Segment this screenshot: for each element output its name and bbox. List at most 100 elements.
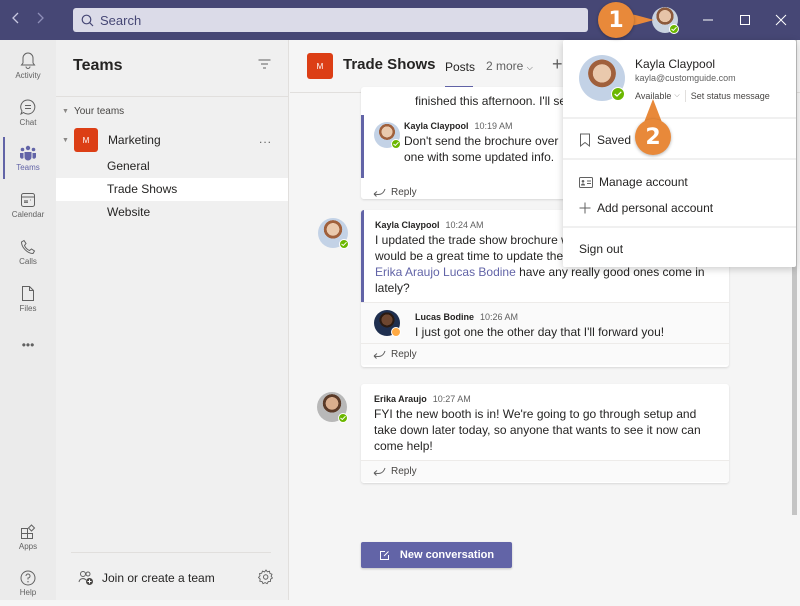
join-or-create-team-button[interactable]: Join or create a team <box>78 570 215 586</box>
message-time: 10:19 AM <box>474 121 513 131</box>
id-card-icon <box>579 176 593 188</box>
sign-out-menu-item[interactable]: Sign out <box>579 242 623 256</box>
close-icon <box>775 14 787 26</box>
rail-item-teams[interactable]: Teams <box>0 135 56 181</box>
rail-item-calls[interactable]: Calls <box>0 229 56 275</box>
your-teams-section[interactable]: ▼ Your teams <box>62 106 124 117</box>
collapse-triangle-icon: ▼ <box>62 136 69 144</box>
phone-icon <box>20 239 36 254</box>
search-icon <box>81 14 94 26</box>
message-text: lately? <box>375 281 410 295</box>
rail-label: Help <box>19 587 37 597</box>
close-window-button[interactable] <box>771 10 791 30</box>
rail-label: Apps <box>18 541 38 551</box>
rail-label: Activity <box>15 70 41 80</box>
callout-number: 1 <box>598 2 634 38</box>
channel-general[interactable]: General <box>56 155 288 178</box>
chevron-left-icon <box>12 12 19 24</box>
message-author[interactable]: Erika Araujo <box>374 394 427 404</box>
add-personal-account-menu-item[interactable]: Add personal account <box>579 201 713 215</box>
tab-posts[interactable]: Posts <box>445 60 475 89</box>
back-button[interactable] <box>8 10 24 30</box>
message: Erika Araujo 10:27 AM FYI the new booth i… <box>361 384 729 460</box>
team-name: Marketing <box>107 133 161 147</box>
message-author[interactable]: Kayla Claypool <box>375 220 440 230</box>
reply-icon <box>373 350 386 359</box>
available-status-icon <box>391 139 401 149</box>
add-people-icon <box>78 571 93 585</box>
avatar-lucas-bodine[interactable] <box>374 310 401 337</box>
teams-icon <box>20 145 36 160</box>
divider <box>563 158 796 160</box>
maximize-button[interactable] <box>735 10 755 30</box>
profile-name: Kayla Claypool <box>635 57 716 71</box>
rail-item-files[interactable]: Files <box>0 276 56 322</box>
apps-icon <box>21 523 36 539</box>
more-apps-button[interactable]: ••• <box>0 322 56 368</box>
message-author[interactable]: Kayla Claypool <box>404 121 469 131</box>
available-status-icon <box>611 87 625 101</box>
avatar-kayla-claypool[interactable] <box>318 218 349 249</box>
tab-more-label: 2 more <box>486 59 524 73</box>
compose-icon <box>379 550 389 560</box>
rail-item-calendar[interactable]: Calendar <box>0 182 56 228</box>
team-logo: M <box>73 128 98 152</box>
thread-card: Erika Araujo 10:27 AM FYI the new booth i… <box>361 384 729 483</box>
message-time: 10:26 AM <box>480 312 519 322</box>
menu-label: Add personal account <box>597 201 714 215</box>
new-conversation-label: New conversation <box>399 549 495 561</box>
message-time: 10:24 AM <box>445 220 484 230</box>
rail-label: Calls <box>19 256 37 266</box>
search-input[interactable]: Search <box>73 8 588 32</box>
message-time: 10:27 AM <box>432 394 471 404</box>
bell-icon <box>20 52 36 69</box>
profile-avatar-button[interactable] <box>652 7 679 34</box>
join-label: Join or create a team <box>102 571 215 585</box>
new-conversation-button[interactable]: New conversation <box>361 542 512 568</box>
team-marketing[interactable]: ▼ M Marketing ... <box>62 128 289 152</box>
rail-item-chat[interactable]: Chat <box>0 89 56 135</box>
file-icon <box>22 286 34 301</box>
forward-button[interactable] <box>32 10 48 30</box>
reply-icon <box>373 467 386 476</box>
message-author[interactable]: Lucas Bodine <box>415 312 474 322</box>
chevron-down-icon: ⌵ <box>674 92 680 99</box>
rail-item-activity[interactable]: Activity <box>0 42 56 88</box>
help-icon <box>20 570 36 585</box>
avatar-erika-araujo[interactable] <box>317 392 348 423</box>
more-options-button[interactable]: ... <box>259 132 272 146</box>
menu-label: Manage account <box>599 175 688 189</box>
mention[interactable]: Erika Araujo <box>375 265 440 279</box>
reply-button[interactable]: Reply <box>361 343 729 365</box>
channel-website[interactable]: Website <box>56 201 288 224</box>
teams-panel: Teams ▼ Your teams ▼ M Marketing ... Gen… <box>56 40 289 600</box>
section-label: Your teams <box>73 106 125 117</box>
search-placeholder: Search <box>100 12 142 28</box>
panel-title: Teams <box>73 57 123 74</box>
divider <box>71 552 271 553</box>
channel-trade-shows[interactable]: Trade Shows <box>56 178 288 201</box>
tab-more[interactable]: 2 more ⌵ <box>486 59 533 73</box>
avatar-kayla-claypool[interactable] <box>374 122 401 149</box>
available-status-icon <box>339 239 349 249</box>
rail-item-help[interactable]: Help <box>0 560 56 606</box>
message-text: FYI the new booth is in! We're going to … <box>374 407 701 453</box>
menu-label: Saved <box>597 133 632 147</box>
reply-label: Reply <box>391 186 417 198</box>
minimize-button[interactable] <box>698 10 718 30</box>
profile-avatar[interactable] <box>579 55 625 101</box>
reply-button[interactable]: Reply <box>361 460 729 482</box>
rail-item-apps[interactable]: Apps <box>0 514 56 560</box>
manage-account-menu-item[interactable]: Manage account <box>579 175 688 189</box>
gear-icon[interactable] <box>258 569 274 585</box>
filter-icon[interactable] <box>258 59 271 69</box>
mention[interactable]: Lucas Bodine <box>443 265 516 279</box>
channel-title: Trade Shows <box>343 56 436 73</box>
bookmark-icon <box>580 133 590 147</box>
add-tab-button[interactable]: + <box>552 54 563 75</box>
saved-menu-item[interactable]: Saved <box>579 133 631 147</box>
set-status-message-button[interactable]: Set status message <box>691 91 770 101</box>
reply-icon <box>373 188 386 197</box>
callout-number: 2 <box>635 119 671 155</box>
reply-label: Reply <box>391 349 417 360</box>
